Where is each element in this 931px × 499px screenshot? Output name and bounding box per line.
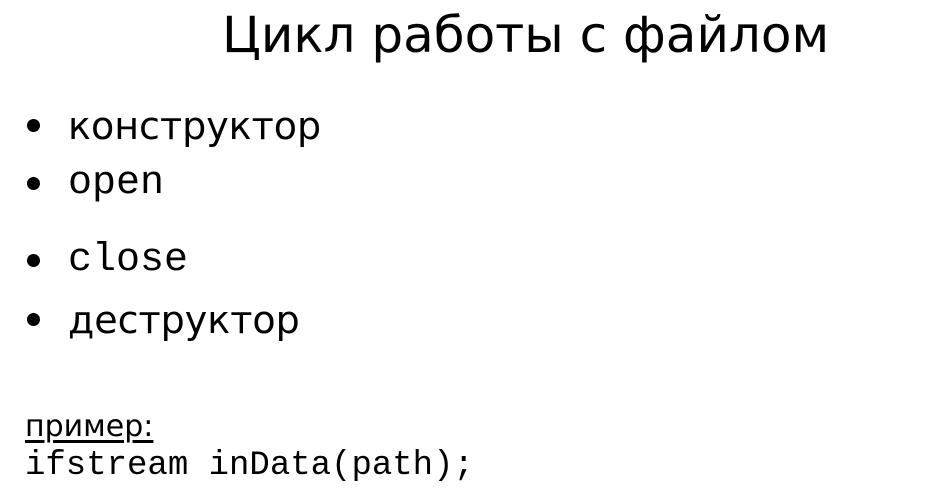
example-code: ifstream inData(path); [25,447,474,485]
bullet-list: конструктор open close деструктор [0,0,931,400]
bullet-icon [27,177,40,190]
bullet-text: деструктор [68,298,300,342]
bullet-icon [27,119,40,132]
bullet-text: close [68,238,189,283]
slide: Цикл работы с файлом конструктор open cl… [0,0,931,499]
example-label: пример: [25,409,154,444]
bullet-text: конструктор [68,104,322,148]
bullet-icon [27,313,40,326]
bullet-icon [27,254,40,267]
bullet-text: open [68,161,165,206]
